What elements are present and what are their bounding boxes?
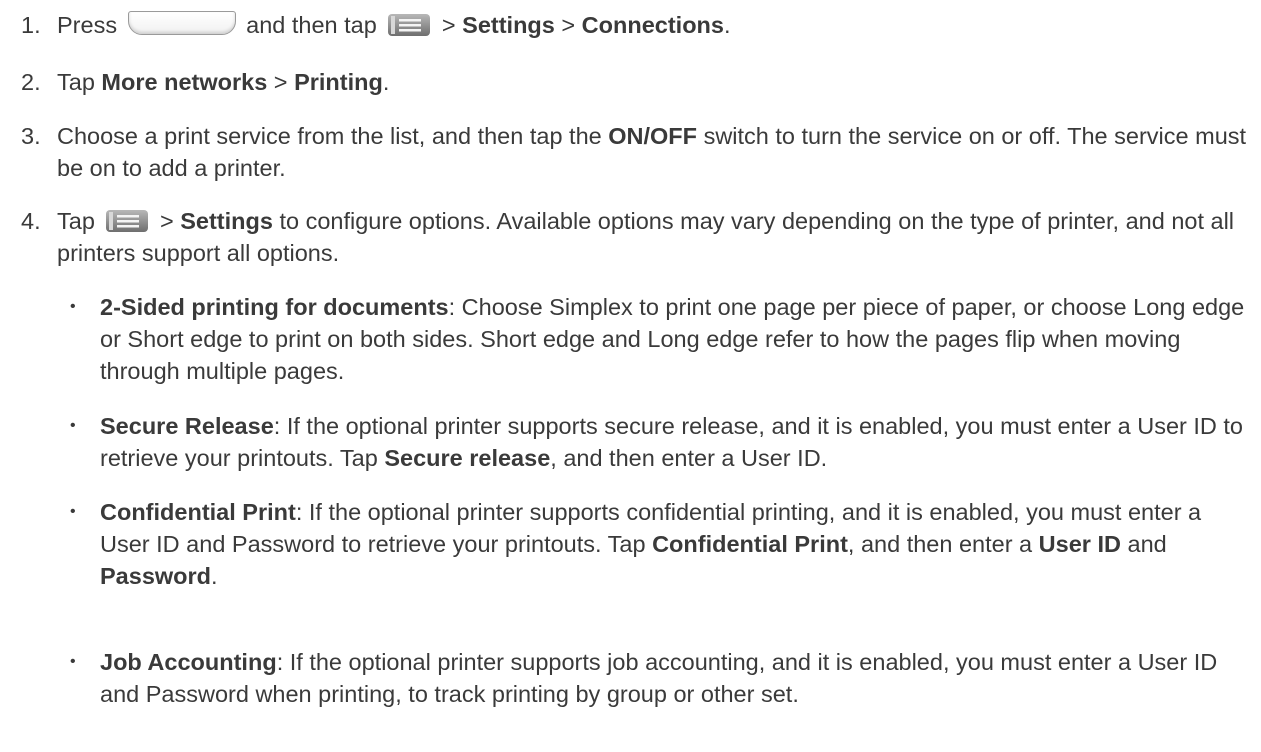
separator: > bbox=[441, 12, 456, 38]
step-number: 2. bbox=[21, 69, 41, 95]
step-2: 2. Tap More networks > Printing. bbox=[21, 66, 1251, 98]
printing-instructions: 1. Press and then tap > Settings > Conne… bbox=[0, 0, 1261, 752]
punctuation: . bbox=[723, 12, 731, 38]
ui-term-printing: Printing bbox=[294, 69, 383, 95]
option-secure-release: • Secure Release: If the optional printe… bbox=[70, 410, 1250, 474]
option-2-sided-printing: • 2-Sided printing for documents: Choose… bbox=[70, 291, 1250, 387]
ui-term-confidential-print: Confidential Print bbox=[652, 531, 848, 557]
step-number: 3. bbox=[21, 123, 41, 149]
bullet-dot: • bbox=[70, 417, 76, 434]
separator: > bbox=[273, 69, 288, 95]
menu-key-icon bbox=[106, 210, 149, 232]
option-term: Secure Release bbox=[100, 413, 274, 439]
option-job-accounting: • Job Accounting: If the optional printe… bbox=[70, 646, 1250, 710]
ui-term-more-networks: More networks bbox=[101, 69, 268, 95]
option-term: 2-Sided printing for documents bbox=[100, 294, 449, 320]
bullet-dot: • bbox=[70, 653, 76, 670]
step-text: Tap bbox=[57, 208, 95, 234]
ui-term-on-off: ON/OFF bbox=[608, 123, 698, 149]
option-term: Confidential Print bbox=[100, 499, 296, 525]
separator: > bbox=[159, 208, 174, 234]
option-text: and bbox=[1127, 531, 1167, 557]
ui-term-user-id: User ID bbox=[1038, 531, 1121, 557]
ui-term-settings: Settings bbox=[180, 208, 273, 234]
home-key-icon bbox=[127, 11, 236, 35]
step-number: 4. bbox=[21, 208, 41, 234]
option-confidential-print: • Confidential Print: If the optional pr… bbox=[70, 496, 1250, 592]
option-term: Job Accounting bbox=[100, 649, 277, 675]
step-text: Choose a print service from the list, an… bbox=[57, 123, 602, 149]
step-1: 1. Press and then tap > Settings > Conne… bbox=[21, 9, 1251, 41]
option-text: , and then enter a User ID. bbox=[550, 445, 828, 471]
bullet-dot: • bbox=[70, 298, 76, 315]
punctuation: . bbox=[382, 69, 390, 95]
separator: > bbox=[561, 12, 576, 38]
ui-term-connections: Connections bbox=[581, 12, 724, 38]
step-3: 3. Choose a print service from the list,… bbox=[21, 120, 1251, 184]
punctuation: . bbox=[211, 563, 218, 589]
step-4: 4. Tap > Settings to configure options. … bbox=[21, 205, 1251, 269]
menu-key-icon bbox=[388, 14, 431, 36]
step-text: Press bbox=[57, 12, 118, 38]
ui-term-settings: Settings bbox=[462, 12, 555, 38]
step-text: and then tap bbox=[246, 12, 377, 38]
step-text: Tap bbox=[57, 69, 95, 95]
ui-term-password: Password bbox=[100, 563, 212, 589]
bullet-dot: • bbox=[70, 503, 76, 520]
step-number: 1. bbox=[21, 12, 41, 38]
ui-term-secure-release: Secure release bbox=[384, 445, 551, 471]
option-text: , and then enter a bbox=[847, 531, 1033, 557]
